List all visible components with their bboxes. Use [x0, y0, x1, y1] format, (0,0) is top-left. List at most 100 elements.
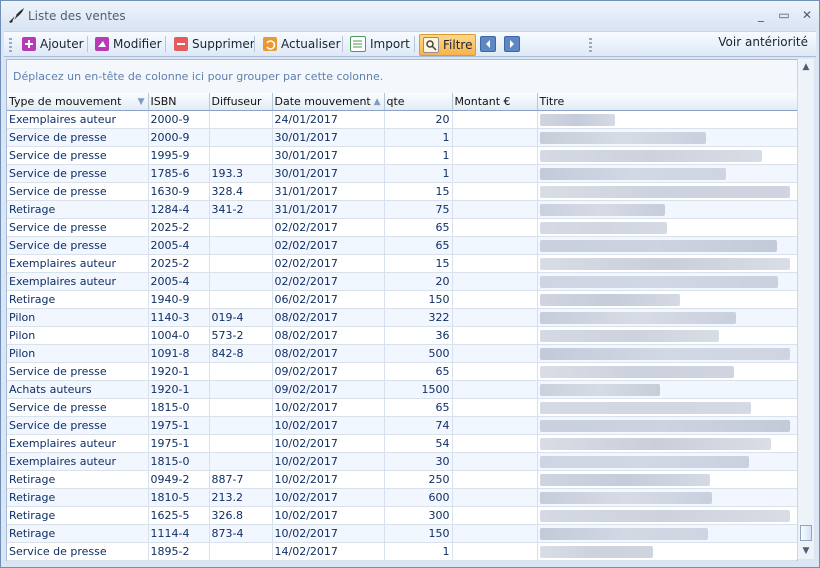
table-cell[interactable]: 2000-9: [148, 128, 210, 147]
table-cell[interactable]: 150: [384, 290, 453, 309]
table-cell[interactable]: 74: [384, 416, 453, 435]
table-cell[interactable]: Service de presse: [7, 542, 149, 561]
table-cell[interactable]: [452, 110, 538, 129]
table-cell[interactable]: 06/02/2017: [272, 290, 385, 309]
table-cell[interactable]: [537, 128, 797, 147]
table-cell[interactable]: [209, 218, 273, 237]
table-cell[interactable]: Exemplaires auteur: [7, 254, 149, 273]
table-cell[interactable]: Pilon: [7, 308, 149, 327]
table-cell[interactable]: [537, 200, 797, 219]
table-cell[interactable]: 10/02/2017: [272, 524, 385, 543]
table-cell[interactable]: [537, 272, 797, 291]
table-cell[interactable]: 500: [384, 344, 453, 363]
table-cell[interactable]: 873-4: [209, 524, 273, 543]
table-cell[interactable]: 10/02/2017: [272, 452, 385, 471]
table-cell[interactable]: [537, 308, 797, 327]
import-button[interactable]: Import: [347, 34, 413, 54]
table-row[interactable]: Exemplaires auteur 1975-1 10/02/2017 54: [7, 434, 797, 453]
table-cell[interactable]: 1004-0: [148, 326, 210, 345]
table-cell[interactable]: [537, 344, 797, 363]
table-cell[interactable]: [537, 110, 797, 129]
table-row[interactable]: Service de presse 2025-2 02/02/2017 65: [7, 218, 797, 237]
table-cell[interactable]: Retirage: [7, 524, 149, 543]
table-row[interactable]: Service de presse 2005-4 02/02/2017 65: [7, 236, 797, 255]
table-row[interactable]: Retirage 1114-4 873-4 10/02/2017 150: [7, 524, 797, 543]
table-cell[interactable]: 10/02/2017: [272, 506, 385, 525]
table-cell[interactable]: 02/02/2017: [272, 254, 385, 273]
scroll-down-icon[interactable]: ▼: [798, 543, 814, 559]
scroll-up-icon[interactable]: ▲: [798, 59, 814, 75]
table-cell[interactable]: 193.3: [209, 164, 273, 183]
table-cell[interactable]: [452, 434, 538, 453]
table-cell[interactable]: [537, 452, 797, 471]
table-cell[interactable]: 1975-1: [148, 416, 210, 435]
table-cell[interactable]: 54: [384, 434, 453, 453]
table-cell[interactable]: [452, 452, 538, 471]
table-cell[interactable]: [209, 128, 273, 147]
table-cell[interactable]: [209, 398, 273, 417]
table-row[interactable]: Service de presse 1995-9 30/01/2017 1: [7, 146, 797, 165]
table-row[interactable]: Exemplaires auteur 2000-9 24/01/2017 20: [7, 110, 797, 129]
table-cell[interactable]: Retirage: [7, 488, 149, 507]
table-cell[interactable]: 1630-9: [148, 182, 210, 201]
add-button[interactable]: Ajouter: [19, 34, 87, 54]
table-cell[interactable]: [537, 236, 797, 255]
table-cell[interactable]: [452, 200, 538, 219]
table-cell[interactable]: 1140-3: [148, 308, 210, 327]
toolbar-grip[interactable]: [9, 38, 12, 52]
table-row[interactable]: Exemplaires auteur 2005-4 02/02/2017 20: [7, 272, 797, 291]
filter-button[interactable]: Filtre: [419, 34, 477, 56]
table-cell[interactable]: 1: [384, 164, 453, 183]
table-cell[interactable]: 08/02/2017: [272, 326, 385, 345]
scroll-thumb[interactable]: [800, 525, 812, 541]
table-cell[interactable]: Service de presse: [7, 164, 149, 183]
table-cell[interactable]: [452, 218, 538, 237]
table-row[interactable]: Service de presse 1975-1 10/02/2017 74: [7, 416, 797, 435]
close-button[interactable]: ✕: [799, 7, 815, 23]
table-cell[interactable]: [537, 398, 797, 417]
table-cell[interactable]: [537, 416, 797, 435]
table-cell[interactable]: Service de presse: [7, 416, 149, 435]
table-cell[interactable]: 2005-4: [148, 236, 210, 255]
group-by-panel[interactable]: Déplacez un en-tête de colonne ici pour …: [6, 59, 798, 94]
table-cell[interactable]: [452, 290, 538, 309]
table-cell[interactable]: 10/02/2017: [272, 434, 385, 453]
table-cell[interactable]: [537, 146, 797, 165]
table-cell[interactable]: 1920-1: [148, 362, 210, 381]
table-cell[interactable]: 1895-2: [148, 542, 210, 561]
table-cell[interactable]: [209, 290, 273, 309]
table-cell[interactable]: 31/01/2017: [272, 182, 385, 201]
table-cell[interactable]: [537, 488, 797, 507]
table-cell[interactable]: 326.8: [209, 506, 273, 525]
table-cell[interactable]: 10/02/2017: [272, 398, 385, 417]
table-row[interactable]: Exemplaires auteur 1815-0 10/02/2017 30: [7, 452, 797, 471]
table-cell[interactable]: 2025-2: [148, 254, 210, 273]
table-cell[interactable]: 1920-1: [148, 380, 210, 399]
table-cell[interactable]: Service de presse: [7, 218, 149, 237]
table-cell[interactable]: 15: [384, 182, 453, 201]
table-cell[interactable]: [452, 542, 538, 561]
table-cell[interactable]: [452, 470, 538, 489]
table-cell[interactable]: 20: [384, 110, 453, 129]
table-cell[interactable]: 328.4: [209, 182, 273, 201]
previous-button[interactable]: [477, 34, 499, 54]
refresh-button[interactable]: Actualiser: [260, 34, 344, 54]
table-cell[interactable]: 30/01/2017: [272, 146, 385, 165]
table-cell[interactable]: 65: [384, 218, 453, 237]
column-montant[interactable]: Montant €: [452, 93, 538, 111]
table-cell[interactable]: [452, 524, 538, 543]
table-cell[interactable]: 322: [384, 308, 453, 327]
table-cell[interactable]: [209, 416, 273, 435]
table-cell[interactable]: 887-7: [209, 470, 273, 489]
column-date-mouvement[interactable]: Date mouvement ▲: [272, 93, 385, 111]
table-row[interactable]: Retirage 1940-9 06/02/2017 150: [7, 290, 797, 309]
table-cell[interactable]: [209, 380, 273, 399]
table-cell[interactable]: [537, 326, 797, 345]
table-cell[interactable]: Service de presse: [7, 146, 149, 165]
table-cell[interactable]: 10/02/2017: [272, 416, 385, 435]
table-cell[interactable]: [209, 146, 273, 165]
table-cell[interactable]: 1785-6: [148, 164, 210, 183]
table-cell[interactable]: 02/02/2017: [272, 236, 385, 255]
history-link[interactable]: Voir antériorité: [718, 35, 808, 49]
table-cell[interactable]: 1815-0: [148, 398, 210, 417]
